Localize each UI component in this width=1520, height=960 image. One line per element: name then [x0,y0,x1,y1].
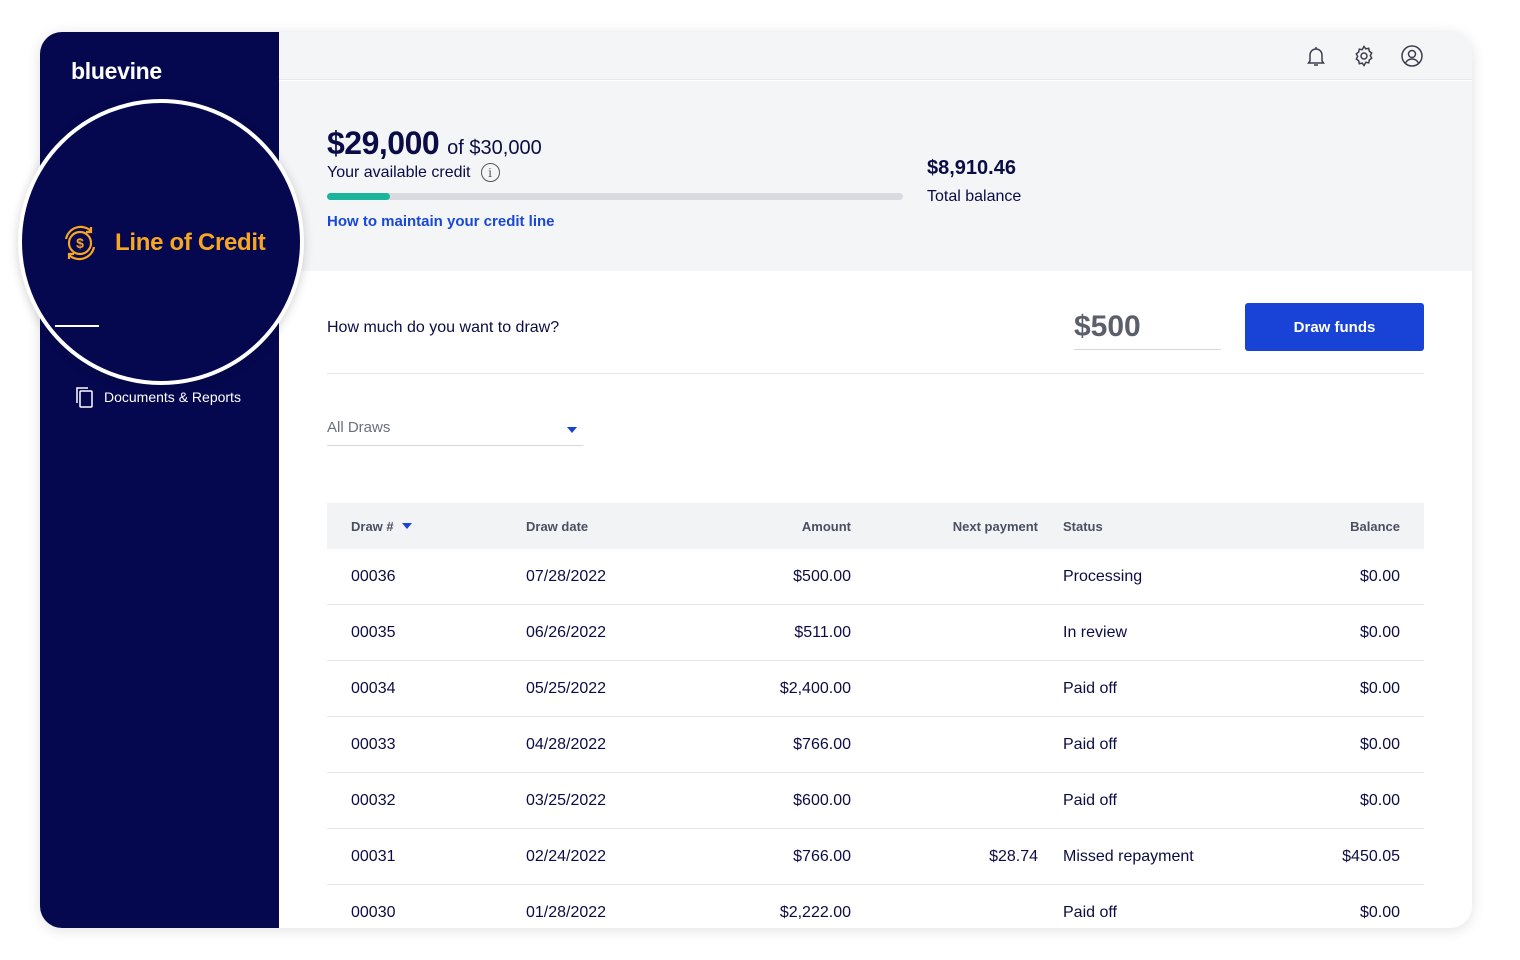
table-row[interactable]: 00036 07/28/2022 $500.00 Processing $0.0… [327,549,1424,605]
credit-limit-text: of $30,000 [447,137,542,159]
draws-table: Draw # Draw date Amount Next payment Sta… [327,503,1424,928]
top-bar [279,32,1472,80]
cell-draw-number: 00035 [351,623,396,641]
cell-amount: $766.00 [793,847,851,865]
cell-balance: $0.00 [1359,735,1400,753]
available-credit-value: $29,000 [327,125,440,161]
table-row[interactable]: 00034 05/25/2022 $2,400.00 Paid off $0.0… [327,661,1424,717]
draws-filter-dropdown[interactable]: All Draws [327,409,583,446]
sidebar-item-label: Documents & Reports [104,389,241,405]
cell-balance: $450.05 [1342,847,1400,865]
col-draw-number-label: Draw # [351,518,394,534]
cell-balance: $0.00 [1359,903,1400,921]
table-row[interactable]: 00030 01/28/2022 $2,222.00 Paid off $0.0… [327,885,1424,928]
magnified-nav-callout: $ Line of Credit [18,99,304,385]
cell-draw-date: 06/26/2022 [526,623,607,641]
available-credit-label: Your available credit [327,163,471,181]
bluevine-logo[interactable]: bluevine [71,58,162,85]
total-balance-value: $8,910.46 [927,157,1016,179]
dollar-refresh-icon: $ [64,225,96,261]
cell-draw-number: 00034 [351,679,396,697]
cell-amount: $511.00 [794,623,851,641]
sidebar-item-line-of-credit[interactable]: $ Line of Credit [59,222,266,264]
svg-text:$: $ [76,235,84,251]
cell-status: Paid off [1063,735,1117,753]
cell-amount: $2,222.00 [779,903,851,921]
documents-icon [76,387,93,408]
table-header: Draw # Draw date Amount Next payment Sta… [327,503,1424,549]
cell-draw-number: 00036 [351,567,396,585]
sort-desc-icon[interactable] [401,523,412,529]
credit-usage-progress [327,193,903,200]
credit-usage-fill [327,193,391,200]
col-draw-date[interactable]: Draw date [526,503,588,549]
info-icon[interactable]: i [480,163,500,182]
col-status[interactable]: Status [1063,503,1103,549]
cell-draw-date: 07/28/2022 [526,567,607,585]
sidebar-item-documents-reports[interactable]: Documents & Reports [74,386,241,408]
table-row[interactable]: 00032 03/25/2022 $600.00 Paid off $0.00 [327,773,1424,829]
section-divider [327,373,1424,374]
cell-next-payment: $28.74 [989,847,1038,865]
col-draw-number[interactable]: Draw # [351,503,412,549]
cell-draw-date: 04/28/2022 [526,735,607,753]
cell-amount: $766.00 [793,735,851,753]
cell-status: Paid off [1063,903,1117,921]
total-balance-label: Total balance [927,188,1022,205]
cell-balance: $0.00 [1359,679,1400,697]
cell-draw-number: 00030 [351,903,396,921]
cell-status: In review [1063,623,1128,641]
cell-status: Missed repayment [1063,847,1194,865]
credit-summary: $29,000 of $30,000 Your available credit… [279,81,1472,271]
cell-draw-number: 00032 [351,791,396,809]
user-circle-icon[interactable] [1400,44,1424,68]
draw-amount-input[interactable] [1074,304,1221,350]
draws-filter-value: All Draws [327,419,391,436]
col-next-payment[interactable]: Next payment [953,503,1038,549]
cell-draw-date: 02/24/2022 [526,847,607,865]
active-indicator-line [55,325,99,327]
cell-amount: $500.00 [793,567,851,585]
cell-status: Processing [1063,567,1143,585]
cell-status: Paid off [1063,679,1117,697]
cell-balance: $0.00 [1359,623,1400,641]
line-of-credit-label: Line of Credit [115,229,266,256]
gear-icon[interactable] [1352,44,1376,68]
available-credit-label-row: Your available credit i [327,163,500,182]
cell-draw-date: 05/25/2022 [526,679,607,697]
bell-icon[interactable] [1304,44,1328,68]
available-credit-amount: $29,000 of $30,000 [327,125,542,162]
cell-draw-date: 01/28/2022 [526,903,607,921]
draws-panel: How much do you want to draw? Draw funds… [279,271,1472,928]
chevron-down-icon [567,427,577,433]
draw-amount-question: How much do you want to draw? [327,319,560,336]
col-balance[interactable]: Balance [1350,503,1400,549]
draw-funds-button[interactable]: Draw funds [1245,303,1424,351]
cell-status: Paid off [1063,791,1117,809]
cell-amount: $600.00 [793,791,851,809]
table-row[interactable]: 00031 02/24/2022 $766.00 $28.74 Missed r… [327,829,1424,885]
col-amount[interactable]: Amount [802,503,851,549]
cell-balance: $0.00 [1359,567,1400,585]
cell-balance: $0.00 [1359,791,1400,809]
maintain-credit-line-link[interactable]: How to maintain your credit line [327,213,555,230]
cell-draw-number: 00033 [351,735,396,753]
cell-draw-date: 03/25/2022 [526,791,607,809]
table-row[interactable]: 00035 06/26/2022 $511.00 In review $0.00 [327,605,1424,661]
cell-amount: $2,400.00 [779,679,851,697]
cell-draw-number: 00031 [351,847,396,865]
table-row[interactable]: 00033 04/28/2022 $766.00 Paid off $0.00 [327,717,1424,773]
